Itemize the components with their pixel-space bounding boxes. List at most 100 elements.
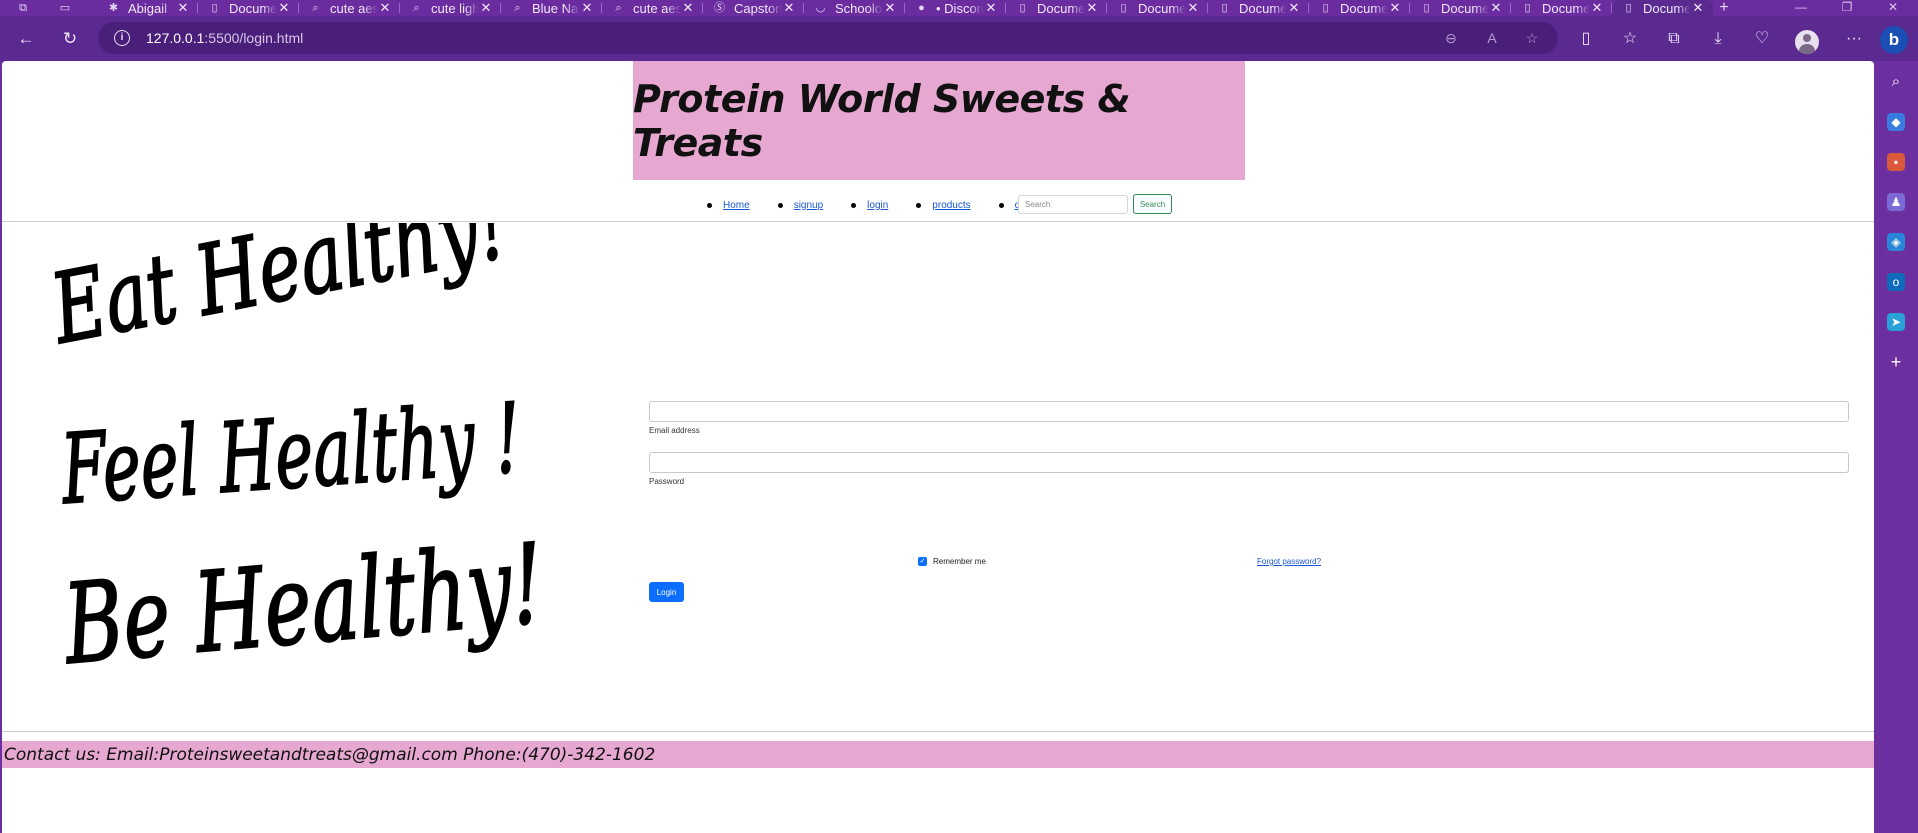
tab-label: Document <box>1138 0 1186 16</box>
browser-essentials-icon[interactable]: ♡ <box>1748 25 1776 53</box>
login-button[interactable]: Login <box>649 582 684 602</box>
favorites-icon[interactable]: ☆ <box>1616 25 1644 53</box>
tab-actions-icon[interactable]: ▭ <box>58 1 72 15</box>
minimize-icon[interactable]: — <box>1778 0 1824 16</box>
restore-icon[interactable]: ❐ <box>1824 0 1870 16</box>
tab-close-icon[interactable]: ✕ <box>782 0 796 16</box>
sidebar-tools-icon[interactable]: ▪ <box>1887 153 1905 171</box>
sidebar-microsoft365-icon[interactable]: ◈ <box>1887 233 1905 251</box>
nav-link-home[interactable]: Home <box>723 200 750 211</box>
back-arrow-icon[interactable]: ← <box>12 25 40 53</box>
tab-strip: ⧉ ▭ ✱Abigail✕▯Document✕⌕cute aesthetic✕⌕… <box>0 0 1918 16</box>
favorite-star-icon[interactable]: ☆ <box>1523 29 1541 47</box>
tab-separator <box>1005 3 1006 13</box>
browser-tab[interactable]: ▯ Document✕ <box>1410 0 1511 16</box>
sidebar-outlook-icon[interactable]: o <box>1887 273 1905 291</box>
sidebar-search-icon[interactable]: ⌕ <box>1887 73 1905 91</box>
downloads-icon[interactable]: ⤓ <box>1704 25 1732 53</box>
tab-label: • Discord <box>936 0 984 16</box>
tab-close-icon[interactable]: ✕ <box>176 0 190 16</box>
more-menu-icon[interactable]: ··· <box>1840 25 1868 53</box>
url-path: :5500/login.html <box>204 30 304 46</box>
tab-label: cute aesthetic <box>330 0 378 16</box>
sidebar-shopping-icon[interactable]: ◆ <box>1887 113 1905 131</box>
tab-close-icon[interactable]: ✕ <box>580 0 594 16</box>
tab-close-icon[interactable]: ✕ <box>1489 0 1503 16</box>
document-icon: ▯ <box>1120 1 1127 14</box>
remember-me-label: Remember me <box>933 557 986 566</box>
split-screen-icon[interactable]: ▯ <box>1572 25 1600 53</box>
email-field[interactable] <box>649 401 1849 422</box>
browser-tab[interactable]: ⌕ cute aesthetic✕ <box>299 0 400 16</box>
tab-close-icon[interactable]: ✕ <box>1388 0 1402 16</box>
forgot-password-link[interactable]: Forgot password? <box>1257 557 1321 566</box>
tab-separator <box>197 3 198 13</box>
bing-copilot-icon[interactable]: b <box>1880 26 1908 54</box>
browser-tab[interactable]: ● • Discord ✕ <box>905 0 1006 16</box>
browser-tab[interactable]: ▯ Document✕ <box>1309 0 1410 16</box>
slogan-line: Be Healthy! <box>58 520 549 689</box>
tab-close-icon[interactable]: ✕ <box>378 0 392 16</box>
browser-tab[interactable]: ▯ Document✕ <box>1511 0 1612 16</box>
browser-tab[interactable]: ▯ Document✕ <box>1208 0 1309 16</box>
tab-label: Document <box>1643 0 1691 16</box>
search-button[interactable]: Search <box>1133 194 1172 214</box>
tab-close-icon[interactable]: ✕ <box>1287 0 1301 16</box>
schoology-icon: ◡ <box>815 1 826 14</box>
sidebar-games-icon[interactable]: ♟ <box>1887 193 1905 211</box>
tab-close-icon[interactable]: ✕ <box>277 0 291 16</box>
tab-separator <box>1106 3 1107 13</box>
browser-tab[interactable]: ◡ Schoology✕ <box>804 0 905 16</box>
tab-close-icon[interactable]: ✕ <box>1590 0 1604 16</box>
browser-tab[interactable]: ✱ Abigail ✕ <box>97 0 198 16</box>
browser-tab[interactable]: ⌕ Blue Nails✕ <box>501 0 602 16</box>
tab-separator <box>601 3 602 13</box>
browser-tab[interactable]: ▯ Document✕ <box>198 0 299 16</box>
tab-close-icon[interactable]: ✕ <box>1085 0 1099 16</box>
search-input[interactable] <box>1018 195 1128 214</box>
browser-tab[interactable]: ▯ Document✕ <box>1006 0 1107 16</box>
browser-tab[interactable]: ⌕ cute aesthetic✕ <box>602 0 703 16</box>
nav-link-signup[interactable]: signup <box>794 200 823 211</box>
tab-label: Document <box>229 0 277 16</box>
tab-close-icon[interactable]: ✕ <box>479 0 493 16</box>
site-info-icon[interactable]: i <box>114 30 130 46</box>
close-window-icon[interactable]: ✕ <box>1870 0 1916 16</box>
tab-close-icon[interactable]: ✕ <box>1691 0 1705 16</box>
tab-label: Blue Nails <box>532 0 580 16</box>
tab-close-icon[interactable]: ✕ <box>883 0 897 16</box>
contact-info: Contact us: Email:Proteinsweetandtreats@… <box>4 744 656 765</box>
browser-tab[interactable]: ⌕ cute light ✕ <box>400 0 501 16</box>
workspaces-icon[interactable]: ⧉ <box>16 1 30 15</box>
zoom-out-icon[interactable]: ⊖ <box>1442 29 1460 47</box>
browser-tab[interactable]: ▯ Document✕ <box>1612 0 1713 16</box>
browser-tab[interactable]: Ⓢ Capstone✕ <box>703 0 804 16</box>
address-bar[interactable]: i 127.0.0.1:5500/login.html ⊖ A ☆ <box>98 22 1558 54</box>
login-form: Email address Password ✓ Remember me For… <box>649 401 1849 602</box>
site-title: Protein World Sweets & Treats <box>633 76 1131 165</box>
collections-icon[interactable]: ⧉ <box>1660 25 1688 53</box>
refresh-icon[interactable]: ↻ <box>56 25 84 53</box>
tab-separator <box>399 3 400 13</box>
new-tab-plus-icon[interactable]: + <box>1717 0 1731 16</box>
read-aloud-icon[interactable]: A <box>1483 29 1501 47</box>
tab-close-icon[interactable]: ✕ <box>681 0 695 16</box>
password-field[interactable] <box>649 452 1849 473</box>
nav-link-login[interactable]: login <box>867 200 888 211</box>
url-text[interactable]: 127.0.0.1:5500/login.html <box>146 30 303 46</box>
remember-me-checkbox[interactable]: ✓ <box>918 557 927 566</box>
tab-separator <box>803 3 804 13</box>
tab-separator <box>500 3 501 13</box>
tab-close-icon[interactable]: ✕ <box>984 0 998 16</box>
document-icon: ▯ <box>1423 1 1430 14</box>
nav-link-products[interactable]: products <box>932 200 970 211</box>
tab-separator <box>702 3 703 13</box>
browser-tab[interactable]: ▯ Document✕ <box>1107 0 1208 16</box>
sidebar-add-icon[interactable]: + <box>1887 353 1905 371</box>
search-icon: ⌕ <box>514 1 521 14</box>
tab-close-icon[interactable]: ✕ <box>1186 0 1200 16</box>
profile-avatar-icon[interactable] <box>1795 30 1819 54</box>
tab-label: Document <box>1340 0 1388 16</box>
sidebar-drop-icon[interactable]: ➤ <box>1887 313 1905 331</box>
tab-separator <box>1611 3 1612 13</box>
